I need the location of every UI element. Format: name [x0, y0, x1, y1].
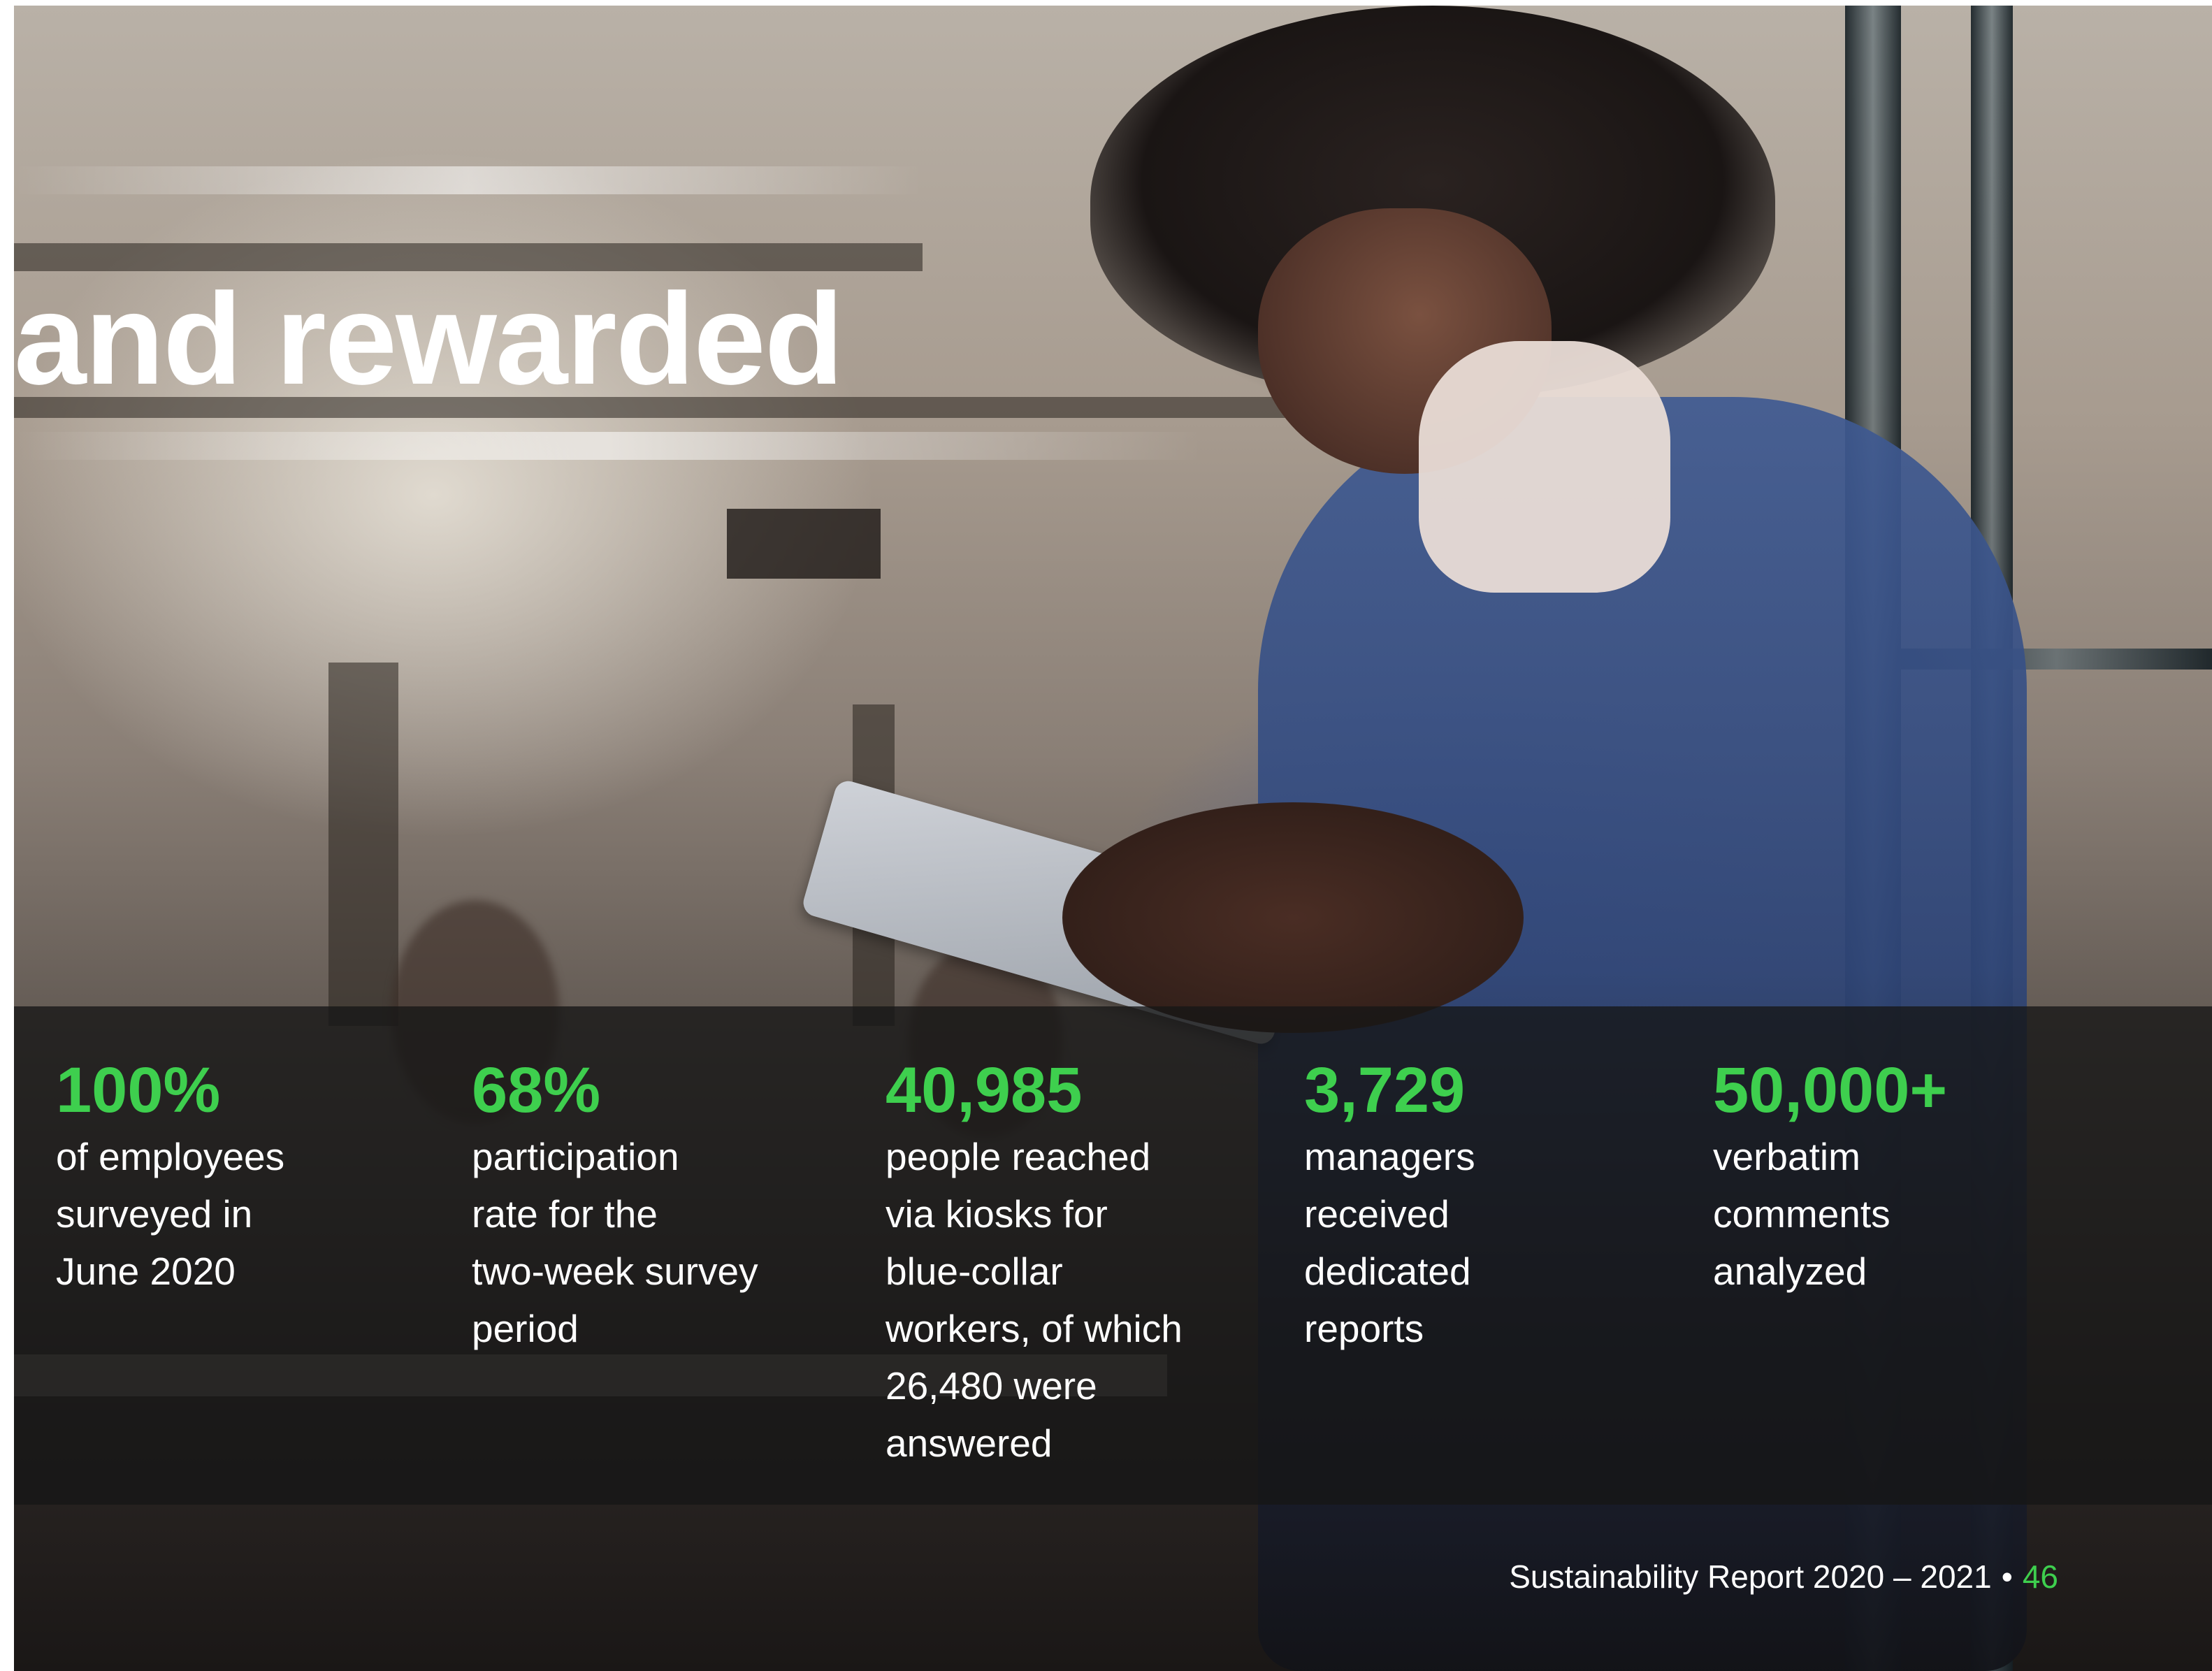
- stat-value: 40,985: [885, 1055, 1083, 1126]
- footer-separator: •: [2001, 1558, 2013, 1595]
- stat-value: 3,729: [1304, 1055, 1466, 1126]
- report-title: Sustainability Report 2020 – 2021: [1509, 1558, 1992, 1595]
- wooden-post: [328, 663, 398, 1026]
- stat-value: 100%: [56, 1055, 221, 1126]
- stat-verbatim-comments: 50,000+ verbatim comments analyzed: [1713, 1055, 1947, 1300]
- stat-description: participation rate for the two-week surv…: [472, 1135, 758, 1350]
- stat-description: people reached via kiosks for blue-colla…: [885, 1135, 1183, 1465]
- page-footer: Sustainability Report 2020 – 2021 • 46: [1509, 1556, 2058, 1598]
- page-headline: and rewarded: [14, 267, 844, 412]
- stat-managers-reports: 3,729 managers received dedicated report…: [1304, 1055, 1475, 1357]
- stats-band: 100% of employees surveyed in June 2020 …: [14, 1006, 2212, 1505]
- stat-participation-rate: 68% participation rate for the two-week …: [472, 1055, 758, 1357]
- page-number: 46: [2022, 1558, 2058, 1595]
- wall-speaker: [727, 509, 881, 579]
- stat-description: of employees surveyed in June 2020: [56, 1135, 285, 1293]
- turtleneck-collar: [1419, 341, 1670, 593]
- woman-hands: [1062, 802, 1524, 1033]
- ceiling-light: [14, 432, 1202, 460]
- stat-employees-surveyed: 100% of employees surveyed in June 2020: [56, 1055, 284, 1300]
- stat-description: managers received dedicated reports: [1304, 1135, 1475, 1350]
- stat-description: verbatim comments analyzed: [1713, 1135, 1891, 1293]
- stat-people-reached: 40,985 people reached via kiosks for blu…: [885, 1055, 1183, 1472]
- report-page: and rewarded 100% of employees surveyed …: [14, 6, 2212, 1671]
- ceiling-light: [14, 166, 923, 194]
- stat-value: 68%: [472, 1055, 601, 1126]
- stat-value: 50,000+: [1713, 1055, 1948, 1126]
